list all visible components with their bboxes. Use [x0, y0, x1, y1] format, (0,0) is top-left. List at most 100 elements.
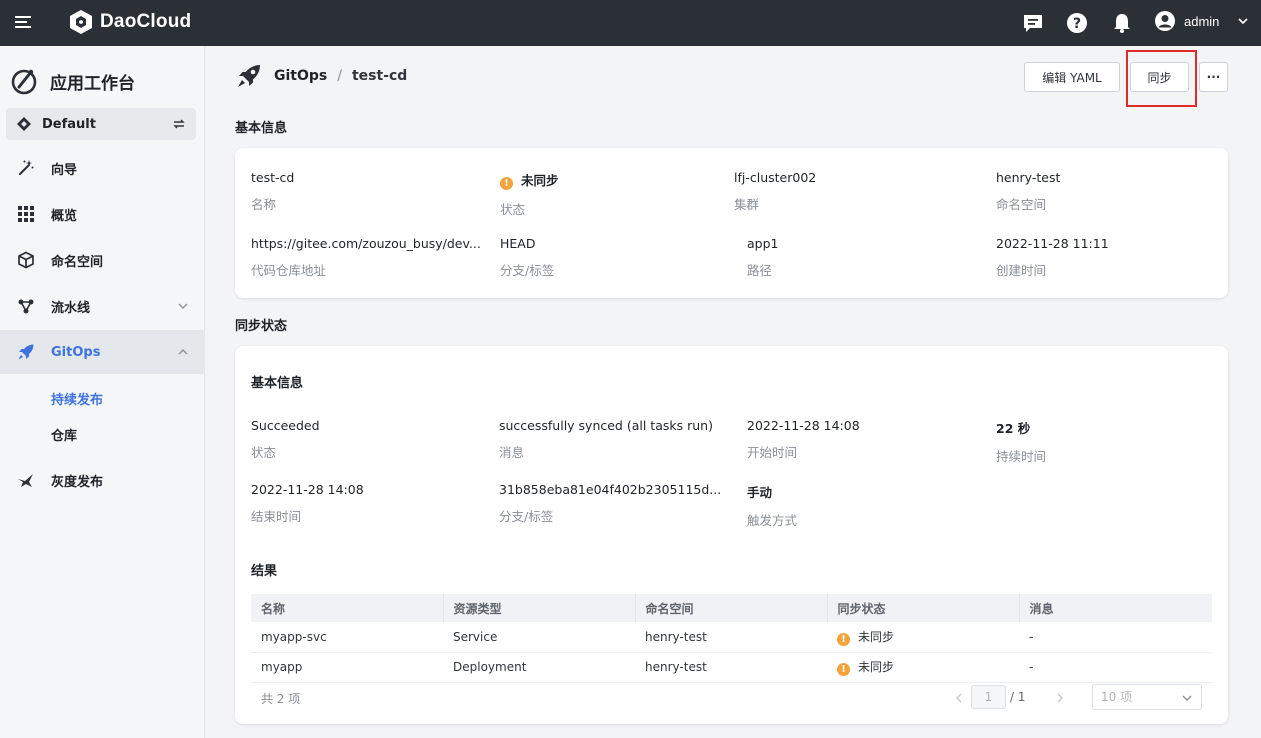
sync-field-end: 2022-11-28 14:08 结束时间 — [251, 482, 364, 524]
workspace-name: Default — [42, 116, 96, 132]
field-repo-url: https://gitee.com/zouzou_busy/dev... 代码仓库… — [251, 236, 481, 278]
field-status: ! 未同步 状态 — [500, 173, 559, 217]
sync-field-revision: 31b858eba81e04f402b2305115d... 分支/标签 — [499, 482, 722, 524]
main-content: GitOps / test-cd 编辑 YAML 同步 ··· 基本信息 tes… — [206, 46, 1261, 738]
result-title: 结果 — [251, 564, 278, 579]
sidebar-item-pipeline[interactable]: 流水线 — [0, 284, 205, 328]
workspace-selector[interactable]: Default — [6, 108, 196, 140]
rocket-icon — [238, 65, 260, 87]
cell-sync-status: ! 未同步 — [827, 652, 1019, 683]
sidebar-item-label: 流水线 — [51, 300, 91, 316]
table-row[interactable]: myapp Deployment henry-test ! 未同步 - — [251, 652, 1212, 683]
sync-basic-title: 基本信息 — [251, 376, 304, 391]
page-size-select[interactable]: 10 项 — [1092, 684, 1202, 710]
cell-namespace: henry-test — [635, 622, 827, 653]
column-header[interactable]: 资源类型 — [443, 594, 636, 622]
sidebar-subitem-repository[interactable]: 仓库 — [51, 425, 77, 444]
sidebar-header: 应用工作台 — [10, 66, 135, 96]
sync-field-message: successfully synced (all tasks run) 消息 — [499, 418, 713, 460]
basic-info-title: 基本信息 — [235, 121, 288, 136]
field-path: app1 路径 — [747, 236, 779, 278]
basic-info-card: test-cd 名称 ! 未同步 状态 lfj-cluster002 集群 henry… — [235, 148, 1228, 298]
sync-field-status: Succeeded 状态 — [251, 418, 320, 460]
breadcrumb-current: test-cd — [351, 68, 408, 84]
switch-icon[interactable] — [172, 117, 186, 131]
sidebar-item-label: 向导 — [51, 162, 78, 178]
sidebar-item-label: 概览 — [51, 208, 78, 224]
pagination: 共 2 项 1 / 1 10 项 — [251, 684, 1212, 712]
column-header[interactable]: 名称 — [251, 594, 444, 622]
wand-icon — [16, 158, 36, 178]
breadcrumb-separator: / — [337, 68, 342, 84]
column-header[interactable]: 同步状态 — [827, 594, 1020, 622]
page-total: / 1 — [1010, 690, 1026, 704]
user-menu[interactable]: admin — [1154, 9, 1249, 33]
total-count: 共 2 项 — [261, 692, 301, 706]
cell-message: - — [1019, 652, 1212, 683]
user-name: admin — [1184, 13, 1220, 29]
sync-status-card: 基本信息 Succeeded 状态 successfully synced (al… — [235, 346, 1228, 724]
sidebar-item-label: 命名空间 — [51, 254, 104, 270]
message-icon[interactable] — [1022, 12, 1044, 34]
column-header[interactable]: 命名空间 — [635, 594, 828, 622]
next-page-icon[interactable] — [1054, 692, 1066, 704]
field-namespace: henry-test 命名空间 — [996, 170, 1061, 212]
avatar-icon — [1155, 11, 1175, 31]
warning-icon: ! — [837, 632, 850, 646]
top-bar: DaoCloud ? admin — [0, 0, 1261, 46]
sidebar-item-label: 灰度发布 — [51, 474, 104, 490]
bell-icon[interactable] — [1111, 12, 1133, 34]
cell-message: - — [1019, 622, 1212, 653]
sidebar-subitem-continuous-delivery[interactable]: 持续发布 — [51, 389, 103, 408]
more-button[interactable]: ··· — [1199, 62, 1228, 92]
sidebar: 应用工作台 Default 向导 概览 命名空间 流水线 GitOps 持续发布… — [0, 46, 205, 738]
cell-type: Deployment — [443, 652, 635, 683]
workspace-icon — [17, 117, 31, 131]
bird-icon — [16, 470, 36, 490]
daocloud-logo[interactable]: DaoCloud — [68, 8, 191, 36]
chevron-down-icon — [1182, 695, 1192, 701]
chevron-up-icon — [178, 349, 188, 355]
sync-field-duration: 22 秒持续时间 — [996, 421, 1047, 464]
logo-icon — [70, 10, 92, 34]
sidebar-item-guide[interactable]: 向导 — [0, 146, 205, 190]
table-header-row: 名称 资源类型 命名空间 同步状态 消息 — [251, 594, 1212, 622]
field-cluster: lfj-cluster002 集群 — [734, 170, 817, 212]
grid-icon — [16, 204, 36, 224]
page-size-value: 10 项 — [1101, 690, 1133, 704]
field-branch: HEAD 分支/标签 — [500, 236, 555, 278]
workbench-icon — [11, 69, 37, 95]
sync-field-trigger: 手动 触发方式 — [747, 485, 798, 528]
cell-name: myapp-svc — [251, 622, 443, 653]
sidebar-item-namespace[interactable]: 命名空间 — [0, 238, 205, 282]
sync-field-start: 2022-11-28 14:08 开始时间 — [747, 418, 860, 460]
sync-status-title: 同步状态 — [235, 319, 288, 334]
sync-highlight-box — [1126, 50, 1197, 107]
breadcrumb-gitops[interactable]: GitOps — [274, 68, 327, 84]
menu-icon[interactable] — [14, 12, 34, 32]
warning-icon: ! — [837, 663, 850, 676]
rocket-icon — [16, 342, 36, 362]
warning-icon: ! — [500, 177, 513, 190]
help-icon[interactable]: ? — [1066, 12, 1088, 34]
table-row[interactable]: myapp-svc Service henry-test ! 未同步 - — [251, 622, 1212, 653]
chevron-down-icon — [1238, 18, 1248, 25]
field-name: test-cd 名称 — [251, 170, 295, 212]
svg-text:?: ? — [1073, 16, 1081, 32]
breadcrumb: GitOps / test-cd — [236, 62, 407, 90]
edit-yaml-button[interactable]: 编辑 YAML — [1024, 62, 1120, 92]
sidebar-item-gitops[interactable]: GitOps — [0, 330, 205, 374]
cell-sync-status: ! 未同步 — [827, 622, 1019, 653]
cell-namespace: henry-test — [635, 652, 827, 683]
sidebar-item-overview[interactable]: 概览 — [0, 192, 205, 236]
brand-name: DaoCloud — [100, 11, 192, 32]
field-created: 2022-11-28 11:11 创建时间 — [996, 236, 1109, 278]
cube-icon — [16, 250, 36, 270]
prev-page-icon[interactable] — [953, 692, 965, 704]
sidebar-item-canary[interactable]: 灰度发布 — [0, 458, 205, 502]
page-input[interactable]: 1 — [971, 685, 1006, 709]
sidebar-title: 应用工作台 — [50, 73, 135, 94]
cell-type: Service — [443, 622, 635, 653]
column-header[interactable]: 消息 — [1019, 594, 1212, 622]
result-table: 名称 资源类型 命名空间 同步状态 消息 myapp-svc Service h… — [251, 594, 1212, 683]
